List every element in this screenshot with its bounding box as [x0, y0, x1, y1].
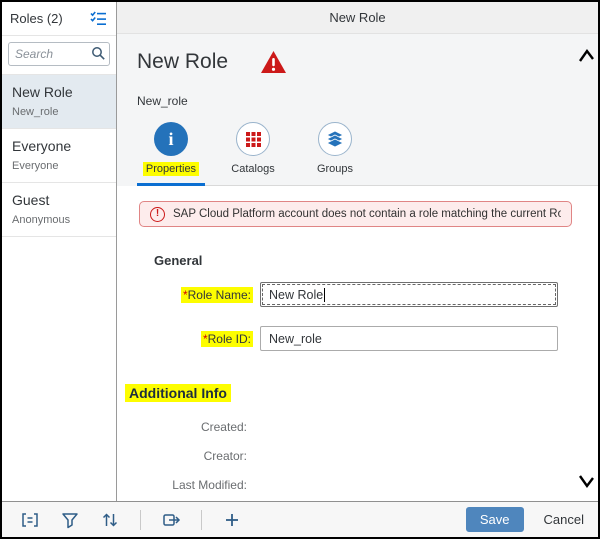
toolbar-divider: [140, 510, 141, 530]
text-caret: [324, 288, 325, 302]
role-item-name: Everyone: [12, 138, 106, 154]
search-row: [2, 36, 116, 75]
multiselect-icon[interactable]: [90, 11, 108, 27]
tab-label: Catalogs: [228, 162, 277, 176]
tab-label: Groups: [314, 162, 356, 176]
cancel-button[interactable]: Cancel: [538, 508, 590, 531]
scroll-up-icon[interactable]: [577, 48, 595, 64]
section-heading-additional-info: Additional Info: [125, 384, 231, 402]
body-row: Roles (2): [2, 2, 598, 501]
add-icon[interactable]: [222, 510, 242, 530]
page-title: New Role: [137, 50, 228, 74]
role-list-item-guest[interactable]: Guest Anonymous: [2, 183, 116, 237]
scroll-down-icon[interactable]: [577, 473, 595, 489]
icon-tab-bar: i Properties: [137, 120, 598, 186]
warning-icon[interactable]: [260, 50, 287, 74]
app-window: Roles (2): [0, 0, 600, 539]
tab-properties[interactable]: i Properties: [137, 120, 205, 186]
tab-label: Properties: [143, 162, 199, 176]
readonly-row-created: Created:: [137, 420, 598, 434]
field-row-role-id: *Role ID: New_role: [137, 326, 598, 351]
role-list: New Role New_role Everyone Everyone Gues…: [2, 75, 116, 501]
search-icon[interactable]: [91, 46, 106, 61]
error-message-strip: ! SAP Cloud Platform account does not co…: [139, 201, 572, 227]
role-id-label: *Role ID:: [201, 331, 253, 347]
role-name-input[interactable]: New Role: [260, 282, 558, 307]
creator-label: Creator:: [137, 449, 247, 463]
last-modified-label: Last Modified:: [137, 478, 247, 492]
role-item-sub: New_role: [12, 106, 106, 118]
layers-icon: [318, 122, 352, 156]
field-row-role-name: *Role Name: New Role: [137, 282, 598, 307]
object-header: New Role New_role i: [117, 34, 598, 186]
role-list-item-new-role[interactable]: New Role New_role: [2, 75, 116, 129]
role-name-label: *Role Name:: [181, 287, 253, 303]
toolbar-divider: [201, 510, 202, 530]
main-topbar: New Role: [117, 2, 598, 34]
created-label: Created:: [137, 420, 247, 434]
tab-groups[interactable]: Groups: [301, 120, 369, 186]
footer-actions: Save Cancel: [466, 507, 590, 532]
sidebar-title: Roles (2): [10, 11, 63, 26]
role-id-value: New_role: [269, 332, 322, 346]
tab-catalogs[interactable]: Catalogs: [219, 120, 287, 186]
role-name-value: New Role: [269, 288, 323, 302]
role-item-name: New Role: [12, 84, 106, 100]
sort-icon[interactable]: [100, 510, 120, 530]
save-button[interactable]: Save: [466, 507, 524, 532]
role-list-item-everyone[interactable]: Everyone Everyone: [2, 129, 116, 183]
legend-icon[interactable]: [20, 510, 40, 530]
role-id-input[interactable]: New_role: [260, 326, 558, 351]
topbar-title: New Role: [329, 10, 385, 25]
to-detail-icon[interactable]: [161, 510, 181, 530]
detail-content: ! SAP Cloud Platform account does not co…: [117, 186, 598, 501]
role-item-sub: Everyone: [12, 160, 106, 172]
error-message-text: SAP Cloud Platform account does not cont…: [173, 208, 561, 220]
sidebar: Roles (2): [2, 2, 117, 501]
section-heading-general: General: [154, 253, 598, 268]
info-icon: i: [154, 122, 188, 156]
role-item-name: Guest: [12, 192, 106, 208]
readonly-row-creator: Creator:: [137, 449, 598, 463]
filter-icon[interactable]: [60, 510, 80, 530]
sidebar-header: Roles (2): [2, 2, 116, 36]
error-icon: !: [150, 207, 165, 222]
footer-toolbar: Save Cancel: [2, 501, 598, 537]
grid-icon: [236, 122, 270, 156]
readonly-row-last-modified: Last Modified:: [137, 478, 598, 492]
role-item-sub: Anonymous: [12, 214, 106, 226]
page-subtitle: New_role: [137, 94, 598, 108]
main-panel: New Role New Role New_role: [117, 2, 598, 501]
footer-icon-group: [20, 510, 466, 530]
